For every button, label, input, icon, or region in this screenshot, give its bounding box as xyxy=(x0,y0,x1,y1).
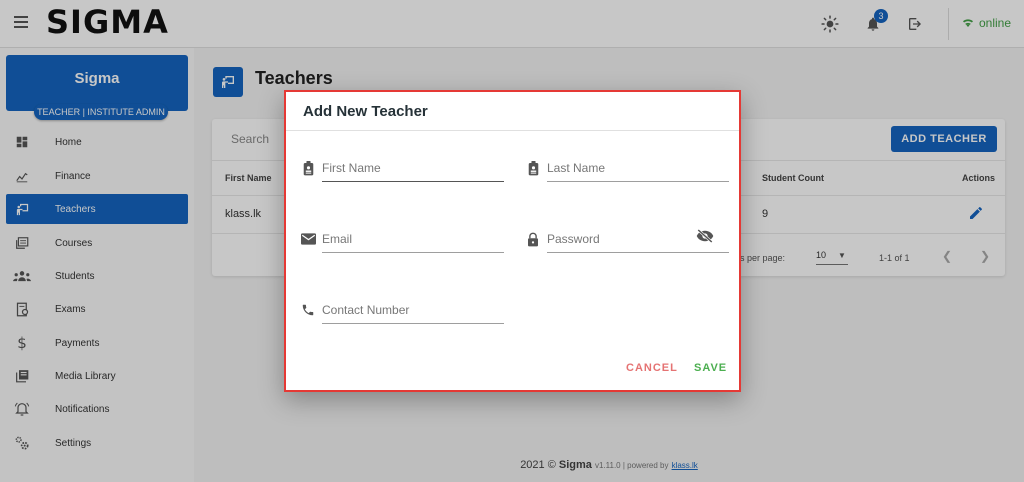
add-teacher-dialog: Add New Teacher First Name Last Name Ema… xyxy=(284,90,741,392)
dialog-title: Add New Teacher xyxy=(303,103,428,120)
field-underline xyxy=(322,181,504,182)
first-name-label: First Name xyxy=(322,161,381,175)
first-name-field[interactable]: First Name xyxy=(300,154,506,184)
email-label: Email xyxy=(322,232,353,246)
dialog-divider xyxy=(286,130,739,131)
cancel-button[interactable]: CANCEL xyxy=(626,362,678,374)
field-underline xyxy=(322,323,504,324)
contact-number-field[interactable]: Contact Number xyxy=(300,296,506,326)
last-name-label: Last Name xyxy=(547,161,606,175)
mail-icon xyxy=(300,231,316,247)
field-underline xyxy=(547,252,729,253)
password-label: Password xyxy=(547,232,600,246)
field-underline xyxy=(547,181,729,182)
save-button[interactable]: SAVE xyxy=(694,362,727,374)
eye-off-icon[interactable] xyxy=(696,229,714,248)
phone-icon xyxy=(300,302,316,318)
contact-number-label: Contact Number xyxy=(322,303,410,317)
email-field[interactable]: Email xyxy=(300,225,506,255)
lock-icon xyxy=(525,231,541,247)
badge-id-icon xyxy=(300,160,316,176)
badge-id-icon xyxy=(525,160,541,176)
last-name-field[interactable]: Last Name xyxy=(525,154,731,184)
field-underline xyxy=(322,252,504,253)
